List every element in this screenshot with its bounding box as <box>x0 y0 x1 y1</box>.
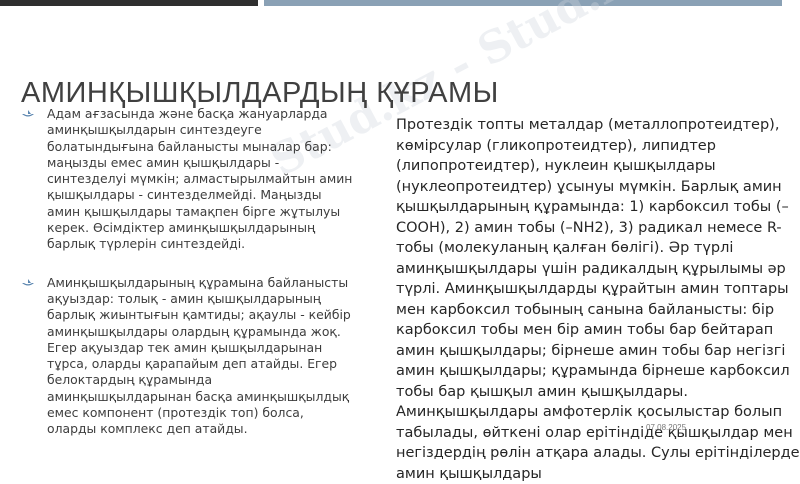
bullet-text: Аминқышқылдарының құрамына байланысты ақ… <box>47 274 351 437</box>
slide-date: 07.08.2025 <box>646 423 687 432</box>
body-text: Протездік топты металдар (металлопротеид… <box>396 117 800 482</box>
bullet-text: Адам ағзасында және басқа жануарларда ам… <box>47 106 353 252</box>
boat-bullet-icon <box>22 278 34 286</box>
boat-bullet-icon <box>22 110 34 117</box>
bullet-item-2: Аминқышқылдарының құрамына байланысты ақ… <box>22 275 357 438</box>
top-bar-dark <box>0 0 258 6</box>
bullet-list: Адам ағзасында және басқа жануарларда ам… <box>22 106 357 438</box>
bullet-item-1: Адам ағзасында және басқа жануарларда ам… <box>22 106 357 253</box>
